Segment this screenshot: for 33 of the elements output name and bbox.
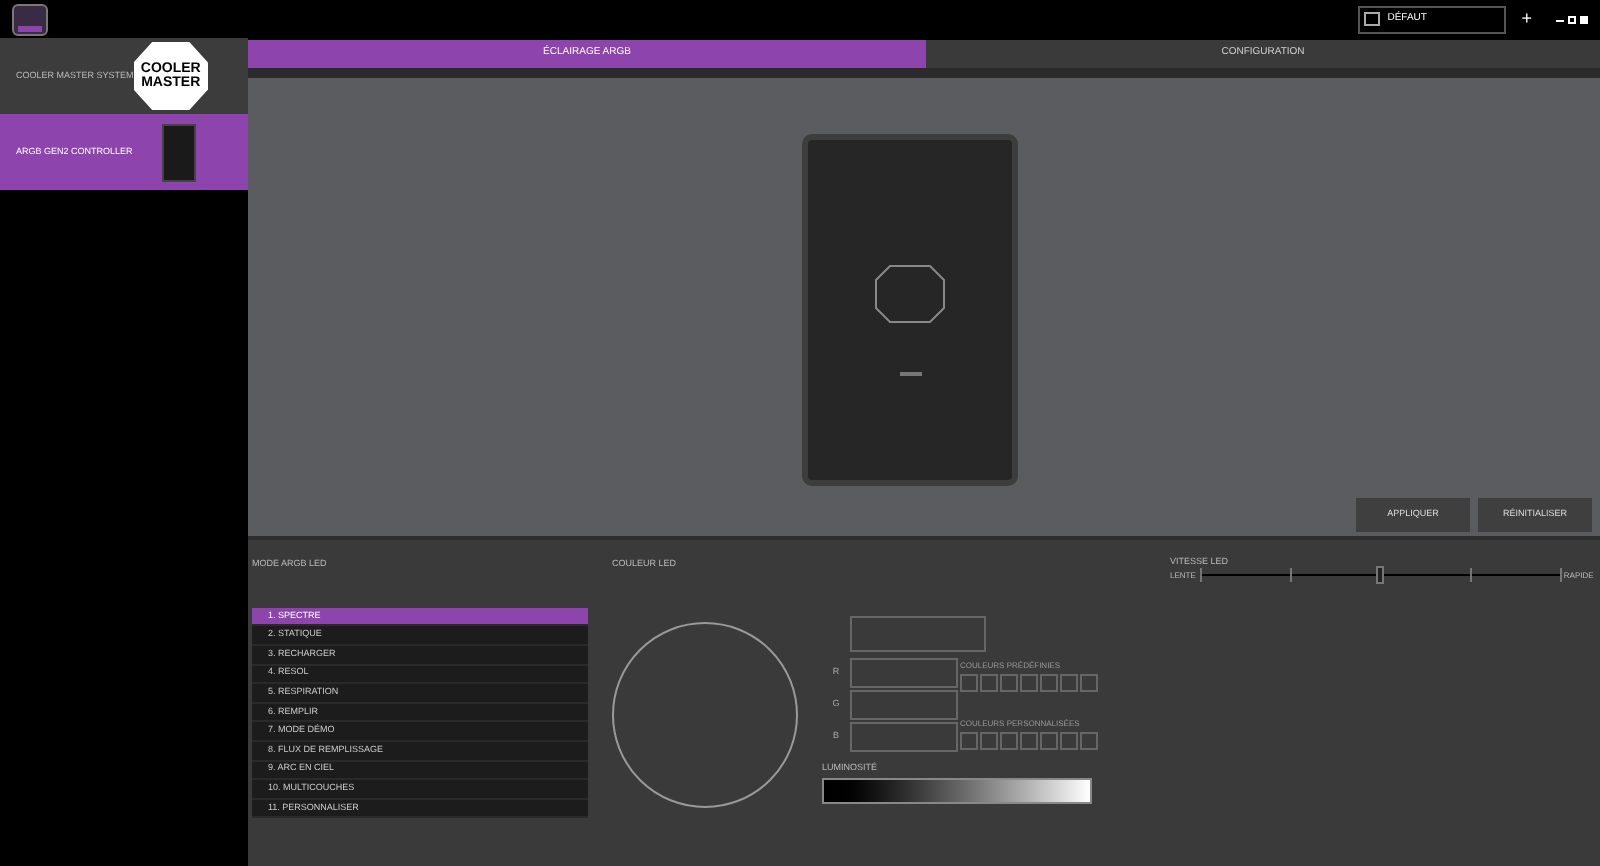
custom-swatch[interactable]: [1060, 731, 1078, 750]
preset-swatch[interactable]: [1020, 673, 1038, 692]
custom-swatch[interactable]: [960, 731, 978, 750]
custom-swatch[interactable]: [1040, 731, 1058, 750]
led-indicator-icon: [899, 372, 921, 376]
custom-swatch[interactable]: [1020, 731, 1038, 750]
preset-swatch[interactable]: [1080, 673, 1098, 692]
color-preview: [850, 615, 986, 652]
channel-input[interactable]: [850, 722, 958, 753]
channel-input[interactable]: [850, 690, 958, 721]
preset-swatch[interactable]: [1000, 673, 1018, 692]
minimize-icon[interactable]: [1556, 19, 1564, 21]
slider-tick: [1199, 568, 1202, 583]
channel-input[interactable]: [850, 658, 958, 689]
speed-slider-thumb[interactable]: [1375, 566, 1384, 585]
profile-icon: [1363, 12, 1380, 26]
preset-swatch[interactable]: [960, 673, 978, 692]
add-profile-button[interactable]: +: [1521, 10, 1532, 28]
restore-icon[interactable]: [1568, 15, 1576, 23]
preset-swatch[interactable]: [1060, 673, 1078, 692]
custom-swatch[interactable]: [1000, 731, 1018, 750]
preset-swatch[interactable]: [980, 673, 998, 692]
preset-swatch[interactable]: [1040, 673, 1058, 692]
custom-swatch[interactable]: [980, 731, 998, 750]
controller-thumbnail: [162, 123, 196, 181]
slider-tick: [1469, 568, 1472, 583]
color-wheel[interactable]: [612, 621, 798, 808]
custom-swatch[interactable]: [1080, 731, 1098, 750]
app-icon[interactable]: [12, 3, 48, 35]
close-icon[interactable]: [1580, 15, 1588, 23]
hexagon-icon: [874, 264, 946, 324]
slider-tick: [1289, 568, 1292, 583]
slider-tick: [1559, 568, 1562, 583]
